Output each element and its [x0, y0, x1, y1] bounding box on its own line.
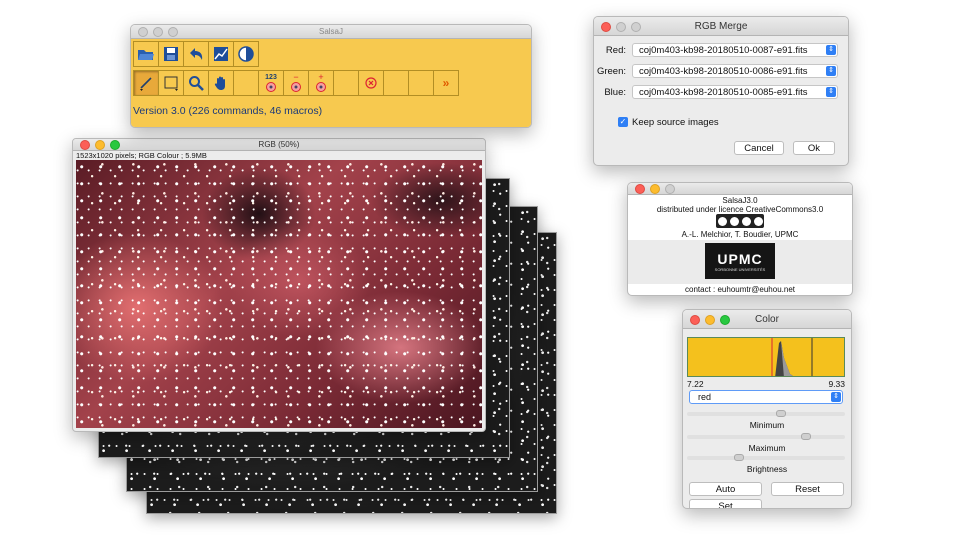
- undo-icon[interactable]: [183, 41, 209, 67]
- image-info: 1523x1020 pixels; RGB Colour ; 5.9MB: [76, 151, 207, 160]
- zoom-window-icon[interactable]: [665, 184, 675, 194]
- about-title: SalsaJ3.0: [722, 196, 758, 205]
- zoom-window-icon[interactable]: [168, 27, 178, 37]
- magnifier-icon[interactable]: [183, 70, 209, 96]
- zoom-window-icon[interactable]: [720, 315, 730, 325]
- about-dialog[interactable]: SalsaJ3.0 distributed under licence Crea…: [627, 182, 853, 296]
- maximum-label: Maximum: [748, 443, 786, 453]
- maximum-thumb[interactable]: [800, 433, 811, 440]
- green-label: Green:: [596, 65, 626, 77]
- rgb-image-window[interactable]: RGB (50%) 1523x1020 pixels; RGB Colour ;…: [72, 138, 486, 432]
- contrast-icon[interactable]: [233, 41, 259, 67]
- ok-button[interactable]: Ok: [793, 141, 835, 155]
- rgb-nebula-image[interactable]: [76, 160, 482, 428]
- auto-button[interactable]: Auto: [689, 482, 762, 496]
- brightness-slider[interactable]: [687, 454, 845, 461]
- line-tool-icon[interactable]: [133, 70, 159, 96]
- minimum-label: Minimum: [749, 420, 785, 430]
- hand-icon[interactable]: [208, 70, 234, 96]
- counter-icon[interactable]: 123: [258, 70, 284, 96]
- minimize-window-icon[interactable]: [616, 22, 626, 32]
- close-window-icon[interactable]: [138, 27, 148, 37]
- license-text: distributed under licence CreativeCommon…: [656, 205, 824, 214]
- close-window-icon[interactable]: [635, 184, 645, 194]
- close-window-icon[interactable]: [690, 315, 700, 325]
- channel-select[interactable]: red ⇕: [689, 390, 843, 404]
- dialog-title: RGB Merge: [694, 20, 748, 32]
- window-title: SalsaJ: [318, 27, 343, 36]
- zoom-window-icon[interactable]: [110, 140, 120, 150]
- brightness-thumb[interactable]: [734, 454, 745, 461]
- keep-source-label: Keep source images: [632, 117, 719, 128]
- minimize-window-icon[interactable]: [95, 140, 105, 150]
- close-window-icon[interactable]: [601, 22, 611, 32]
- upmc-logo: UPMC SORBONNE UNIVERSITÉS: [705, 243, 775, 279]
- maximum-slider[interactable]: [687, 433, 845, 440]
- histogram-min-value: 7.22: [687, 379, 704, 389]
- green-channel-select[interactable]: coj0m403-kb98-20180510-0086-e91.fits ⇕: [632, 64, 838, 78]
- histogram: [687, 337, 845, 377]
- set-button[interactable]: Set: [689, 499, 762, 508]
- authors-text: A.-L. Melchior, T. Boudier, UPMC: [681, 230, 799, 239]
- plot-icon[interactable]: [208, 41, 234, 67]
- minimize-window-icon[interactable]: [153, 27, 163, 37]
- histogram-max-value: 9.33: [828, 379, 845, 389]
- red-label: Red:: [605, 44, 626, 56]
- chevron-updown-icon: ⇕: [831, 392, 841, 402]
- minimize-window-icon[interactable]: [650, 184, 660, 194]
- chevron-updown-icon: ⇕: [826, 66, 836, 76]
- brightness-label: Brightness: [746, 464, 788, 474]
- minimum-thumb[interactable]: [775, 410, 786, 417]
- red-channel-select[interactable]: coj0m403-kb98-20180510-0087-e91.fits ⇕: [632, 43, 838, 57]
- open-folder-icon[interactable]: [133, 41, 159, 67]
- creative-commons-icon: [716, 214, 764, 228]
- minimum-slider[interactable]: [687, 410, 845, 417]
- salsaj-toolbar-window[interactable]: SalsaJ 123 − + » Version 3.0 (226 comman…: [130, 24, 532, 128]
- counter-label: 123: [265, 73, 277, 81]
- chevron-updown-icon: ⇕: [826, 45, 836, 55]
- save-icon[interactable]: [158, 41, 184, 67]
- rgb-merge-dialog[interactable]: RGB Merge Red: coj0m403-kb98-20180510-00…: [593, 16, 849, 166]
- add-icon[interactable]: +: [308, 70, 334, 96]
- rectangle-tool-icon[interactable]: [158, 70, 184, 96]
- empty-tool-slot[interactable]: [233, 70, 259, 96]
- color-dialog[interactable]: Color 7.22 9.33 red ⇕ Minimum Maximum Br…: [682, 309, 852, 509]
- empty-tool-slot[interactable]: [408, 70, 434, 96]
- chevron-updown-icon: ⇕: [826, 87, 836, 97]
- version-label: Version 3.0 (226 commands, 46 macros): [133, 105, 323, 117]
- more-icon[interactable]: »: [433, 70, 459, 96]
- subtract-icon[interactable]: −: [283, 70, 309, 96]
- blue-label: Blue:: [604, 86, 626, 98]
- zoom-window-icon[interactable]: [631, 22, 641, 32]
- blue-channel-select[interactable]: coj0m403-kb98-20180510-0085-e91.fits ⇕: [632, 85, 838, 99]
- contact-text: contact : euhoumtr@euhou.net: [685, 285, 795, 294]
- empty-tool-slot[interactable]: [383, 70, 409, 96]
- minimize-window-icon[interactable]: [705, 315, 715, 325]
- empty-tool-slot[interactable]: [333, 70, 359, 96]
- reset-button[interactable]: Reset: [771, 482, 844, 496]
- close-window-icon[interactable]: [80, 140, 90, 150]
- close-x-icon[interactable]: [358, 70, 384, 96]
- window-title: RGB (50%): [258, 140, 300, 149]
- dialog-title: Color: [755, 313, 779, 325]
- keep-source-checkbox[interactable]: ✓: [618, 117, 628, 127]
- cancel-button[interactable]: Cancel: [734, 141, 784, 155]
